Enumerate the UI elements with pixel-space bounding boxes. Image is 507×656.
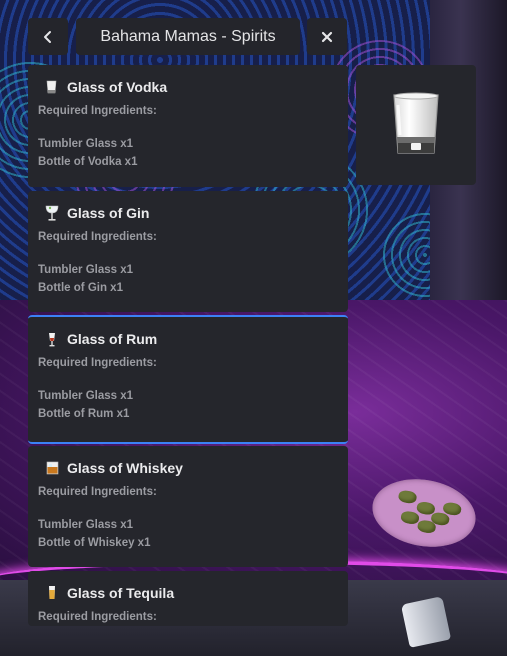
list-item-vodka[interactable]: Glass of Vodka Required Ingredients: Tum…	[28, 65, 348, 187]
item-name: Glass of Gin	[67, 205, 150, 221]
item-name: Glass of Vodka	[67, 79, 168, 95]
ingredient: Bottle of Gin x1	[38, 282, 123, 294]
page-title-text: Bahama Mamas - Spirits	[100, 27, 276, 45]
required-label: Required Ingredients:	[38, 357, 157, 369]
ingredient: Bottle of Rum x1	[38, 408, 130, 420]
ingredient: Bottle of Vodka x1	[38, 156, 138, 168]
gin-glass-icon	[45, 205, 59, 221]
item-name: Glass of Rum	[67, 331, 158, 347]
vodka-glass-icon	[46, 80, 57, 94]
rum-glass-icon	[49, 333, 55, 347]
item-name: Glass of Tequila	[67, 585, 175, 601]
tequila-glass-icon	[49, 586, 55, 599]
item-preview	[356, 65, 476, 185]
close-button[interactable]	[307, 18, 347, 55]
required-label: Required Ingredients:	[38, 611, 157, 623]
chevron-left-icon	[44, 30, 51, 43]
ingredient: Tumbler Glass x1	[38, 264, 134, 276]
list-item-tequila[interactable]: Glass of Tequila Required Ingredients:	[28, 571, 348, 626]
required-label: Required Ingredients:	[38, 486, 157, 498]
whiskey-glass-icon	[46, 461, 59, 475]
ingredient: Tumbler Glass x1	[38, 519, 134, 531]
close-icon	[321, 31, 333, 42]
ingredient: Bottle of Whiskey x1	[38, 537, 151, 549]
vodka-glass-preview-icon	[393, 92, 439, 154]
list-item-whiskey[interactable]: Glass of Whiskey Required Ingredients: T…	[28, 446, 348, 567]
page-title: Bahama Mamas - Spirits	[76, 18, 300, 55]
required-label: Required Ingredients:	[38, 231, 157, 243]
white-cup	[400, 596, 452, 648]
list-item-gin[interactable]: Glass of Gin Required Ingredients: Tumbl…	[28, 191, 348, 312]
list-item-rum[interactable]: Glass of Rum Required Ingredients: Tumbl…	[28, 315, 348, 444]
item-name: Glass of Whiskey	[67, 460, 183, 476]
required-label: Required Ingredients:	[38, 105, 157, 117]
ingredient: Tumbler Glass x1	[38, 138, 134, 150]
back-button[interactable]	[28, 18, 68, 55]
ingredient: Tumbler Glass x1	[38, 390, 134, 402]
